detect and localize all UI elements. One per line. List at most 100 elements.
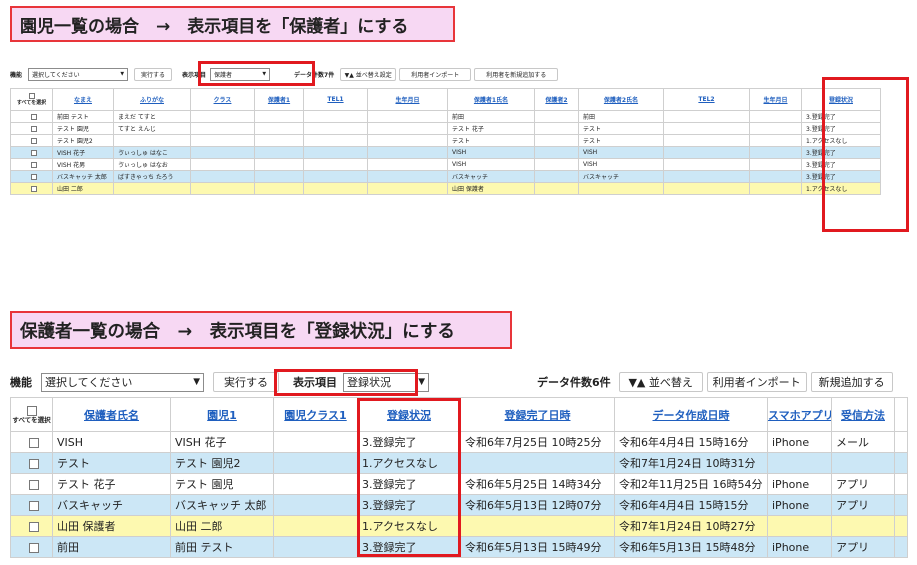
column-header[interactable]: なまえ [52,88,114,111]
table-row[interactable]: 前田 前田 テスト 3.登録完了 令和6年5月13日 15時49分 令和6年5月… [10,536,908,558]
display-select-value: 登録状況 [347,376,391,389]
table-row[interactable]: バスキャッチ バスキャッチ 太郎 3.登録完了 令和6年5月13日 12時07分… [10,494,908,516]
column-header[interactable]: TEL2 [663,88,750,111]
table-cell [534,122,579,135]
table-row[interactable]: VISH 花男 ゔぃっしゅ はなお VISH VISH 3.登録完了 [10,158,881,171]
row-checkbox-cell[interactable] [10,122,53,135]
sort-button[interactable]: ▼▲ 並べ替え [618,372,703,392]
table-cell: ゔぃっしゅ はなこ [113,146,191,159]
column-header[interactable]: 生年月日 [749,88,802,111]
checkbox-icon[interactable] [30,161,37,168]
column-header[interactable]: スマホアプリ [767,397,832,432]
select-all-header[interactable]: すべてを選択 [10,88,53,111]
table-row[interactable]: テスト 園児2 テスト テスト 1.アクセスなし [10,134,881,147]
column-header[interactable]: 園児1 [170,397,274,432]
row-checkbox-cell[interactable] [10,473,53,495]
column-header[interactable]: 登録状況 [357,397,461,432]
sort-settings-button[interactable]: ▼▲ 並べ替え設定 [340,67,397,81]
table-cell [367,170,448,183]
children-table: すべてを選択 なまえ ふりがな クラス 保護者1 TEL1 生年月日 保護者1氏… [10,88,881,195]
row-checkbox-cell[interactable] [10,452,53,474]
checkbox-icon[interactable] [30,137,37,144]
column-header[interactable]: 登録完了日時 [460,397,615,432]
table-row[interactable]: テスト 園児 てすと えんじ テスト 花子 テスト 3.登録完了 [10,122,881,135]
row-checkbox-cell[interactable] [10,431,53,453]
row-checkbox-cell[interactable] [10,182,53,195]
row-checkbox-cell[interactable] [10,494,53,516]
row-checkbox-cell[interactable] [10,515,53,537]
table-cell [749,122,802,135]
table-cell [460,515,615,537]
table-row[interactable]: 山田 保護者 山田 二郎 1.アクセスなし 令和7年1月24日 10時27分 [10,515,908,537]
table-cell: メール [831,431,895,453]
run-button[interactable]: 実行する [134,67,173,81]
table-cell [749,110,802,123]
table-cell [303,122,368,135]
add-user-button[interactable]: 利用者を新規追加する [474,67,559,81]
checkbox-icon[interactable] [30,113,37,120]
row-checkbox-cell[interactable] [10,158,53,171]
func-select[interactable]: 選択してください ▼ [28,67,129,81]
table-row[interactable]: 前田 テスト まえだ てすと 前田 前田 3.登録完了 [10,110,881,123]
checkbox-icon[interactable] [30,185,37,192]
select-all-label: すべてを選択 [16,99,47,106]
checkbox-icon[interactable] [28,521,39,532]
table-cell [113,182,191,195]
status-cell: 3.登録完了 [801,170,881,183]
table-row[interactable]: VISH 花子 ゔぃっしゅ はなこ VISH VISH 3.登録完了 [10,146,881,159]
checkbox-icon[interactable] [26,405,37,416]
checkbox-icon[interactable] [30,149,37,156]
column-header[interactable]: 保護者1 [254,88,304,111]
import-users-button[interactable]: 利用者インポート [399,67,472,81]
column-header[interactable]: データ作成日時 [614,397,768,432]
checkbox-icon[interactable] [30,125,37,132]
run-button[interactable]: 実行する [213,372,279,392]
display-select[interactable]: 保護者 ▼ [210,67,271,81]
row-checkbox-cell[interactable] [10,536,53,558]
table-cell [663,146,750,159]
row-checkbox-cell[interactable] [10,110,53,123]
column-header[interactable]: 生年月日 [367,88,448,111]
table-cell [831,452,895,474]
checkbox-icon[interactable] [28,458,39,469]
table-cell: てすと えんじ [113,122,191,135]
column-header[interactable]: 園児クラス1 [273,397,358,432]
table-row[interactable]: VISH VISH 花子 3.登録完了 令和6年7月25日 10時25分 令和6… [10,431,908,453]
table-cell: テスト 園児 [52,122,114,135]
column-header[interactable]: 保護者2 [534,88,579,111]
row-checkbox-cell[interactable] [10,146,53,159]
table-cell [534,146,579,159]
table-cell: 令和7年1月24日 10時31分 [614,452,768,474]
table-cell: テスト 花子 [447,122,535,135]
table-row[interactable]: バスキャッチ 太郎 ばすきゃっち たろう バスキャッチ バスキャッチ 3.登録完… [10,170,881,183]
table-row[interactable]: 山田 二郎 山田 保護者 1.アクセスなし [10,182,881,195]
column-header[interactable]: TEL1 [303,88,368,111]
table-cell: 山田 二郎 [52,182,114,195]
table-cell [894,494,908,516]
checkbox-icon[interactable] [30,173,37,180]
import-users-button[interactable]: 利用者インポート [706,372,807,392]
table-row[interactable]: テスト テスト 園児2 1.アクセスなし 令和7年1月24日 10時31分 [10,452,908,474]
column-header[interactable]: 保護者2氏名 [578,88,664,111]
func-label: 機能 [10,376,32,389]
func-select[interactable]: 選択してください ▼ [41,372,204,392]
display-select[interactable]: 登録状況 ▼ [343,372,429,392]
column-header[interactable]: 保護者氏名 [52,397,171,432]
table-row[interactable]: テスト 花子 テスト 園児 3.登録完了 令和6年5月25日 14時34分 令和… [10,473,908,495]
checkbox-icon[interactable] [28,542,39,553]
column-header[interactable]: 受信方法 [831,397,895,432]
column-header[interactable]: クラス [190,88,255,111]
row-checkbox-cell[interactable] [10,134,53,147]
checkbox-icon[interactable] [28,93,35,100]
select-all-header[interactable]: すべてを選択 [10,397,53,432]
column-header[interactable]: 保護者1氏名 [447,88,535,111]
add-new-button[interactable]: 新規追加する [810,372,893,392]
table-cell: VISH 花子 [170,431,274,453]
checkbox-icon[interactable] [28,500,39,511]
column-header[interactable]: 登録状況 [801,88,881,111]
table-cell: ゔぃっしゅ はなお [113,158,191,171]
row-checkbox-cell[interactable] [10,170,53,183]
checkbox-icon[interactable] [28,437,39,448]
checkbox-icon[interactable] [28,479,39,490]
column-header[interactable]: ふりがな [113,88,191,111]
